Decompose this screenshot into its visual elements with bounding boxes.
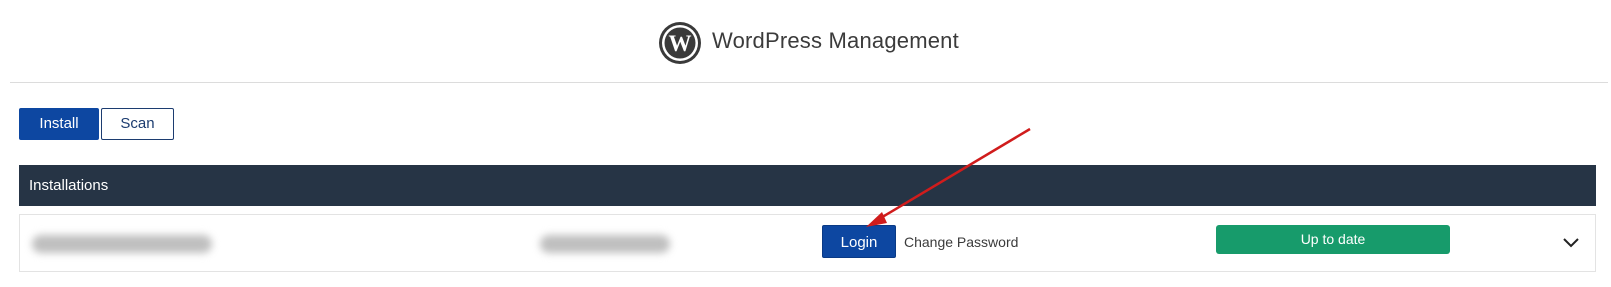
status-badge: Up to date [1216, 225, 1450, 254]
svg-text:W: W [669, 31, 692, 56]
change-password-link[interactable]: Change Password [904, 234, 1018, 250]
redacted-path [540, 235, 670, 253]
page-title: WordPress Management [712, 28, 959, 53]
installations-title: Installations [29, 177, 109, 194]
red-arrow-icon [866, 127, 1031, 227]
scan-button[interactable]: Scan [101, 108, 174, 140]
redacted-domain [32, 235, 212, 253]
wordpress-logo-icon: W [659, 22, 701, 64]
chevron-down-icon[interactable] [1561, 236, 1581, 250]
installations-header: Installations [19, 165, 1596, 206]
install-button[interactable]: Install [19, 108, 99, 140]
